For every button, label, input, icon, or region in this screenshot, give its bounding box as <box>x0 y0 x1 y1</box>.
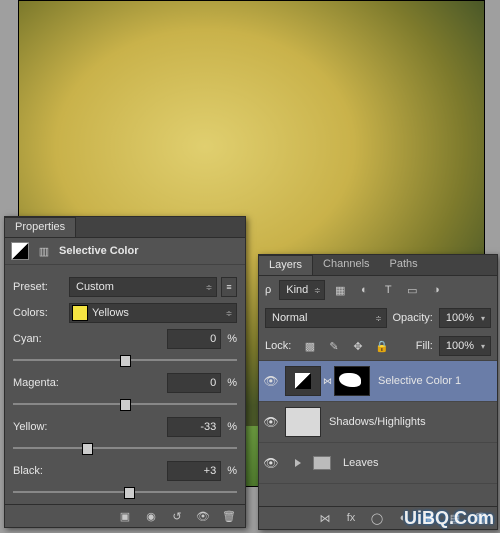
filter-kind-label: ρ <box>265 284 271 296</box>
add-mask-icon[interactable]: ◯ <box>367 509 387 527</box>
layer-thumb[interactable] <box>285 366 321 396</box>
layer-row-shadows-highlights[interactable]: 👁 Shadows/Highlights <box>259 402 497 443</box>
filter-adjust-icon[interactable]: ◐ <box>355 281 373 299</box>
layer-row-selective-color[interactable]: 👁 ⋈ Selective Color 1 <box>259 361 497 402</box>
adjustment-thumb-icon <box>295 373 311 389</box>
tab-layers[interactable]: Layers <box>259 255 313 275</box>
layer-thumb[interactable] <box>285 407 321 437</box>
blend-mode-dropdown[interactable]: Normal≑ <box>265 308 387 328</box>
preset-menu-button[interactable]: ≡ <box>221 277 237 297</box>
chevron-updown-icon: ≑ <box>224 309 234 318</box>
layers-panel: Layers Channels Paths ρ Kind≑ ▦ ◐ T ▭ ◑ … <box>258 254 498 530</box>
lock-label: Lock: <box>265 340 295 352</box>
adjustment-header: ▥ Selective Color <box>5 238 245 265</box>
yellow-input[interactable] <box>167 417 221 437</box>
link-icon[interactable]: ⋈ <box>323 376 332 387</box>
layers-tabbar: Layers Channels Paths <box>259 255 497 276</box>
filter-type-icon[interactable]: T <box>379 281 397 299</box>
toggle-visibility-icon[interactable]: 👁 <box>193 507 213 525</box>
layer-list: 👁 ⋈ Selective Color 1 👁 Shadows/Highligh… <box>259 360 497 484</box>
link-layers-icon[interactable]: ⋈ <box>315 509 335 527</box>
filter-smart-icon[interactable]: ◑ <box>427 281 445 299</box>
folder-icon <box>313 456 331 470</box>
layer-style-icon[interactable]: fx <box>341 509 361 527</box>
lock-fill-row: Lock: ▩ ✎ ✥ 🔒 Fill: 100%▾ <box>259 332 497 360</box>
colors-dropdown[interactable]: Yellows ≑ <box>69 303 237 323</box>
layer-name[interactable]: Selective Color 1 <box>372 375 461 387</box>
preset-label: Preset: <box>13 281 65 293</box>
lock-position-icon[interactable]: ✥ <box>349 337 367 355</box>
layer-row-leaves-group[interactable]: 👁 Leaves <box>259 443 497 484</box>
magenta-slider[interactable] <box>13 399 237 409</box>
lock-pixels-icon[interactable]: ✎ <box>325 337 343 355</box>
color-swatch-yellow <box>72 305 88 321</box>
preset-dropdown[interactable]: Custom ≑ <box>69 277 217 297</box>
fill-input[interactable]: 100%▾ <box>439 336 491 356</box>
cyan-input[interactable] <box>167 329 221 349</box>
layer-mask-thumb[interactable] <box>334 366 370 396</box>
cyan-slider[interactable] <box>13 355 237 365</box>
filter-pixel-icon[interactable]: ▦ <box>331 281 349 299</box>
reset-icon[interactable]: ↺ <box>167 507 187 525</box>
layer-name[interactable]: Shadows/Highlights <box>323 416 426 428</box>
watermark-uibq: UiBQ.Com <box>404 508 494 529</box>
fill-label: Fill: <box>416 340 433 352</box>
black-label: Black: <box>13 465 65 477</box>
mask-mode-icon[interactable]: ▥ <box>35 242 53 260</box>
layer-name[interactable]: Leaves <box>337 457 378 469</box>
opacity-label: Opacity: <box>393 312 433 324</box>
adjustment-title: Selective Color <box>59 245 138 257</box>
properties-tabbar: Properties <box>5 217 245 238</box>
lock-all-icon[interactable]: 🔒 <box>373 337 391 355</box>
trash-icon[interactable]: 🗑 <box>219 507 239 525</box>
cyan-label: Cyan: <box>13 333 65 345</box>
properties-panel: Properties ▥ Selective Color Preset: Cus… <box>4 216 246 528</box>
black-input[interactable] <box>167 461 221 481</box>
layer-filter-row: ρ Kind≑ ▦ ◐ T ▭ ◑ <box>259 276 497 304</box>
yellow-slider[interactable] <box>13 443 237 453</box>
selective-color-icon <box>11 242 29 260</box>
lock-transparent-icon[interactable]: ▩ <box>301 337 319 355</box>
opacity-input[interactable]: 100%▾ <box>439 308 491 328</box>
visibility-eye-icon[interactable]: 👁 <box>259 374 283 388</box>
clip-to-layer-icon[interactable]: ▣ <box>115 507 135 525</box>
colors-value: Yellows <box>92 307 224 319</box>
disclosure-triangle-icon[interactable] <box>295 459 301 467</box>
visibility-eye-icon[interactable]: 👁 <box>259 456 283 470</box>
colors-label: Colors: <box>13 307 65 319</box>
yellow-label: Yellow: <box>13 421 65 433</box>
view-previous-icon[interactable]: ◉ <box>141 507 161 525</box>
properties-footer: ▣ ◉ ↺ 👁 🗑 <box>5 504 245 527</box>
blend-opacity-row: Normal≑ Opacity: 100%▾ <box>259 304 497 332</box>
filter-kind-dropdown[interactable]: Kind≑ <box>279 280 325 300</box>
filter-shape-icon[interactable]: ▭ <box>403 281 421 299</box>
tab-channels[interactable]: Channels <box>313 255 379 275</box>
chevron-updown-icon: ≑ <box>204 283 214 292</box>
magenta-input[interactable] <box>167 373 221 393</box>
tab-properties[interactable]: Properties <box>5 217 76 237</box>
visibility-eye-icon[interactable]: 👁 <box>259 415 283 429</box>
percent-label: % <box>227 333 237 345</box>
preset-value: Custom <box>72 281 204 293</box>
magenta-label: Magenta: <box>13 377 65 389</box>
black-slider[interactable] <box>13 487 237 497</box>
tab-paths[interactable]: Paths <box>380 255 428 275</box>
